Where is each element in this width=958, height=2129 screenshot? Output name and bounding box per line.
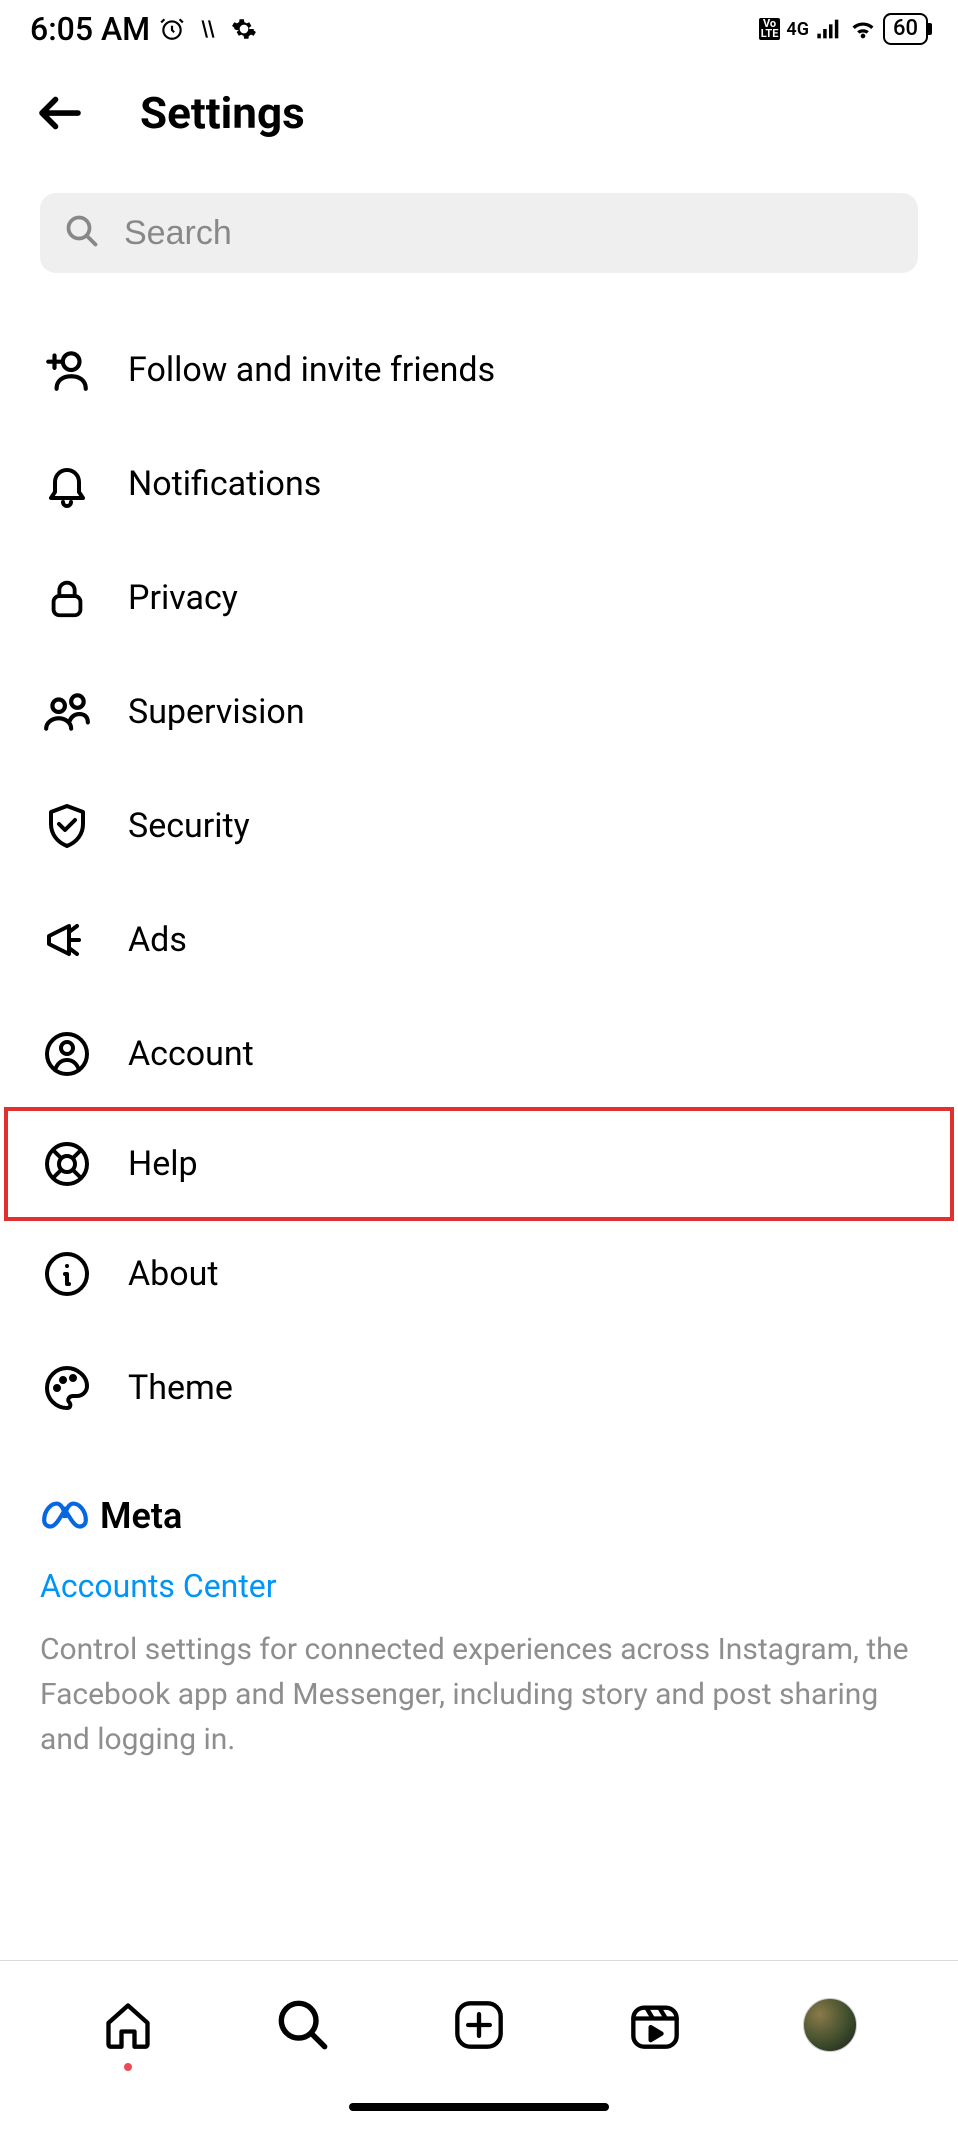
search-input[interactable] [124,214,894,253]
item-label: Help [128,1144,198,1184]
bell-icon [40,457,94,511]
item-follow-invite[interactable]: Follow and invite friends [40,313,918,427]
alarm-icon [158,15,186,43]
item-label: Theme [128,1368,233,1408]
meta-section: Meta Accounts Center Control settings fo… [0,1445,958,1802]
item-ads[interactable]: Ads [40,883,918,997]
back-button[interactable] [30,83,90,143]
meta-logo: Meta [40,1495,918,1537]
item-privacy[interactable]: Privacy [40,541,918,655]
status-left: 6:05 AM [30,10,258,48]
accounts-center-link[interactable]: Accounts Center [40,1567,918,1605]
nav-create[interactable] [449,1995,509,2055]
nav-reels[interactable] [625,1995,685,2055]
lifebuoy-icon [40,1137,94,1191]
item-security[interactable]: Security [40,769,918,883]
settings-list: Follow and invite friends Notifications … [0,303,958,1445]
signal-icon [815,15,843,43]
item-label: Supervision [128,692,305,732]
palette-icon [40,1361,94,1415]
wifi-icon [849,15,877,43]
people-icon [40,685,94,739]
nav-home[interactable] [98,1995,158,2055]
item-about[interactable]: About [40,1217,918,1331]
item-label: About [128,1254,219,1294]
item-label: Notifications [128,464,321,504]
volte-icon: Vo LTE [759,18,781,40]
avatar [803,1998,857,2052]
search-icon [64,213,100,253]
nav-search[interactable] [273,1995,333,2055]
item-label: Ads [128,920,187,960]
status-time: 6:05 AM [30,10,150,48]
item-label: Account [128,1034,254,1074]
search-bar[interactable] [40,193,918,273]
item-label: Follow and invite friends [128,350,495,390]
page-title: Settings [140,87,305,139]
item-help[interactable]: Help [4,1107,954,1221]
item-label: Privacy [128,578,238,618]
search-container [0,173,958,303]
home-indicator [349,2103,609,2111]
nav-profile[interactable] [800,1995,860,2055]
slash-icon [194,15,222,43]
megaphone-icon [40,913,94,967]
meta-description: Control settings for connected experienc… [40,1627,918,1762]
notification-dot [124,2063,132,2071]
status-bar: 6:05 AM Vo LTE 4G 60 [0,0,958,53]
item-notifications[interactable]: Notifications [40,427,918,541]
battery-indicator: 60 [883,13,928,45]
item-supervision[interactable]: Supervision [40,655,918,769]
item-account[interactable]: Account [40,997,918,1111]
add-person-icon [40,343,94,397]
page-header: Settings [0,53,958,173]
gear-icon [230,15,258,43]
lock-icon [40,571,94,625]
item-theme[interactable]: Theme [40,1331,918,1445]
account-icon [40,1027,94,1081]
info-icon [40,1247,94,1301]
meta-infinity-icon [40,1497,90,1535]
network-type: 4G [786,19,809,40]
shield-check-icon [40,799,94,853]
meta-brand-text: Meta [100,1495,182,1537]
item-label: Security [128,806,250,846]
status-right: Vo LTE 4G 60 [759,13,928,45]
